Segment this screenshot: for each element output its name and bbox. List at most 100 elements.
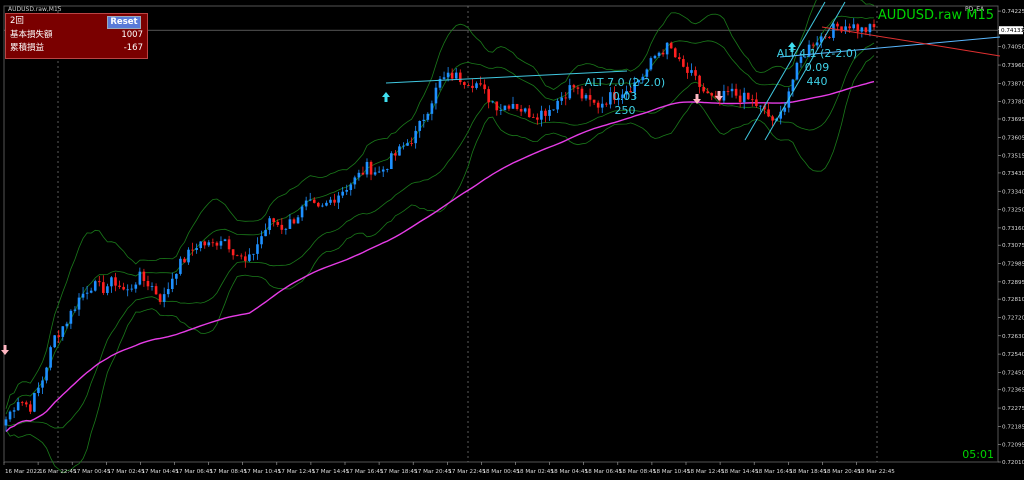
candle-body bbox=[280, 224, 284, 230]
y-tick-label: 0.72365 bbox=[1002, 388, 1024, 394]
y-tick-label: 0.72010 bbox=[1002, 460, 1024, 466]
candle-body bbox=[85, 292, 89, 294]
candle-body bbox=[722, 90, 726, 101]
candle-body bbox=[49, 347, 52, 368]
candle-body bbox=[410, 143, 413, 144]
candle-body bbox=[678, 57, 681, 60]
band-inner-upper bbox=[5, 15, 875, 415]
candle-body bbox=[345, 190, 349, 192]
candle-body bbox=[730, 88, 734, 92]
candle-body bbox=[89, 290, 93, 293]
candle-body bbox=[61, 326, 65, 337]
candle-body bbox=[759, 105, 762, 107]
x-tick-label: 18 Mar 16:45 bbox=[755, 469, 793, 475]
candle-body bbox=[170, 278, 174, 290]
candle-body bbox=[734, 88, 738, 96]
candle-body bbox=[503, 105, 507, 111]
y-tick-label: 0.74050 bbox=[1002, 45, 1024, 51]
candle-body bbox=[568, 85, 572, 99]
candle-body bbox=[828, 36, 831, 38]
x-tick-label: 17 Mar 04:45 bbox=[141, 469, 179, 475]
candle-body bbox=[308, 199, 312, 201]
x-tick-label: 18 Mar 14:45 bbox=[721, 469, 759, 475]
y-tick-label: 0.73960 bbox=[1002, 63, 1024, 69]
candle-body bbox=[394, 153, 397, 156]
candle-body bbox=[337, 195, 340, 203]
candle-body bbox=[166, 289, 170, 295]
candle-body bbox=[288, 219, 292, 229]
x-tick-label: 16 Mar 22:45 bbox=[39, 469, 77, 475]
candle-body bbox=[710, 93, 714, 96]
band-outer-upper bbox=[5, 0, 875, 409]
candle-body bbox=[552, 109, 555, 111]
candle-body bbox=[304, 200, 308, 207]
candle-body bbox=[41, 380, 44, 388]
candle-body bbox=[848, 26, 851, 29]
y-tick-label: 0.73250 bbox=[1002, 208, 1024, 214]
price-chart[interactable]: AUDUSD.raw,M15PD_EA 0.742250.741350.7405… bbox=[0, 0, 1024, 480]
candle-body bbox=[227, 239, 231, 250]
candle-body bbox=[239, 255, 243, 257]
candle-body bbox=[175, 273, 178, 279]
candle-body bbox=[223, 239, 227, 242]
reset-button[interactable]: Reset bbox=[107, 16, 141, 29]
candle-body bbox=[726, 90, 730, 92]
y-tick-label: 0.73340 bbox=[1002, 189, 1024, 195]
y-tick-label: 0.72540 bbox=[1002, 352, 1024, 358]
x-tick-label: 17 Mar 06:45 bbox=[176, 469, 214, 475]
candle-body bbox=[24, 402, 28, 405]
candle-body bbox=[118, 285, 121, 287]
candle-body bbox=[414, 130, 417, 144]
alt-annotation-line: 0.09 bbox=[804, 61, 830, 74]
candle-body bbox=[755, 99, 758, 106]
candle-body bbox=[560, 97, 563, 101]
candle-body bbox=[811, 44, 815, 46]
y-tick-label: 0.73430 bbox=[1002, 171, 1024, 177]
symbol-caption: AUDUSD.raw M15 bbox=[877, 8, 994, 23]
candle-body bbox=[523, 108, 527, 112]
candle-body bbox=[515, 104, 519, 109]
x-tick-label: 17 Mar 20:45 bbox=[414, 469, 452, 475]
alt-annotation-line: ALT 4.1 (2-2.0) bbox=[776, 47, 858, 60]
x-tick-label: 18 Mar 10:45 bbox=[653, 469, 691, 475]
candle-body bbox=[398, 146, 401, 156]
candle-body bbox=[475, 83, 478, 88]
candle-body bbox=[312, 199, 316, 203]
candle-body bbox=[402, 145, 405, 147]
candle-body bbox=[353, 177, 357, 185]
candle-body bbox=[260, 236, 263, 245]
candle-body bbox=[102, 282, 105, 293]
candle-body bbox=[771, 116, 774, 121]
candle-body bbox=[499, 110, 503, 111]
candle-body bbox=[479, 83, 482, 85]
candle-body bbox=[361, 172, 365, 175]
candle-body bbox=[162, 294, 166, 302]
candle-body bbox=[284, 228, 288, 230]
candle-body bbox=[483, 84, 486, 90]
panel-title: 2回 bbox=[10, 16, 24, 26]
candle-body bbox=[698, 75, 701, 87]
candle-body bbox=[154, 286, 158, 295]
candle-body bbox=[29, 404, 32, 412]
candle-body bbox=[706, 91, 710, 94]
candle-body bbox=[110, 277, 113, 287]
y-tick-label: 0.72985 bbox=[1002, 262, 1024, 268]
candle-body bbox=[244, 256, 247, 261]
candle-body bbox=[686, 66, 689, 73]
x-tick-label: 18 Mar 06:45 bbox=[585, 469, 623, 475]
ea-info-panel: 2回 Reset 基本損失額 1007 累積損益 -167 bbox=[5, 13, 148, 59]
candle-body bbox=[183, 258, 186, 263]
candle-body bbox=[385, 169, 389, 170]
x-tick-label: 18 Mar 04:45 bbox=[551, 469, 589, 475]
candle-body bbox=[349, 184, 353, 191]
candle-body bbox=[540, 110, 543, 120]
y-tick-label: 0.73515 bbox=[1002, 154, 1024, 160]
candle-body bbox=[122, 286, 125, 290]
candle-body bbox=[365, 161, 369, 175]
candle-body bbox=[231, 249, 235, 256]
candle-body bbox=[463, 82, 466, 86]
candle-body bbox=[690, 70, 693, 73]
x-tick-label: 17 Mar 12:45 bbox=[278, 469, 316, 475]
candle-body bbox=[422, 119, 426, 122]
candle-body bbox=[491, 101, 495, 103]
